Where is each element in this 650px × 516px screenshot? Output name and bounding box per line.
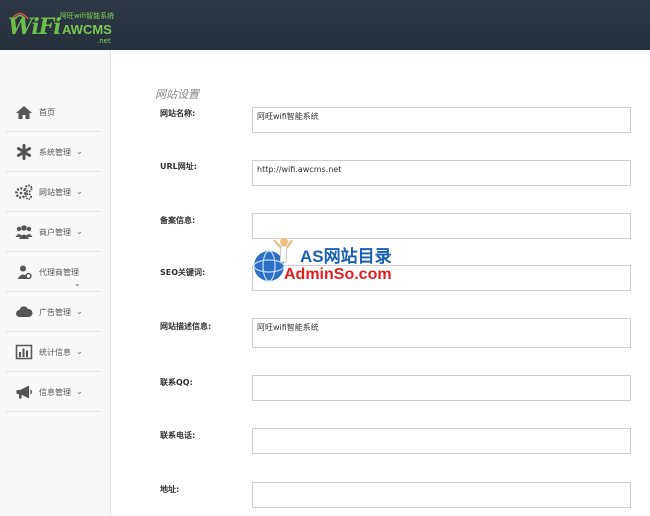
sidebar-item-agent[interactable]: 代理商管理 ⌄ <box>6 252 100 292</box>
section-title: 网站设置 <box>155 88 199 101</box>
description-input[interactable]: 阿旺wifi智能系统 <box>252 318 631 348</box>
chevron-down-icon: ⌄ <box>76 227 83 236</box>
qq-input[interactable] <box>252 375 631 401</box>
asterisk-icon <box>16 144 32 160</box>
sidebar-item-website[interactable]: 网站管理 ⌄ <box>6 172 100 212</box>
chevron-down-icon: ⌄ <box>74 279 81 288</box>
sidebar-item-merchant[interactable]: 商户管理 ⌄ <box>6 212 100 252</box>
sidebar-item-label: 网站管理 <box>39 188 71 197</box>
sidebar-item-label: 信息管理 <box>39 388 71 397</box>
sidebar-item-info[interactable]: 信息管理 ⌄ <box>6 372 100 412</box>
watermark-title: AS网站目录 <box>300 247 392 266</box>
logo-tagline: 阿旺wifi智能系统 <box>60 12 115 20</box>
gears-icon <box>15 184 33 200</box>
sidebar-item-stats[interactable]: 统计信息 ⌄ <box>6 332 100 372</box>
logo[interactable]: 阿旺wifi智能系统 WiFi AWCMS .net <box>6 8 116 45</box>
field-label-qq: 联系QQ: <box>160 378 193 387</box>
watermark-subtitle: AdminSo.com <box>284 266 392 283</box>
sidebar-item-label: 广告管理 <box>39 308 71 317</box>
sidebar-item-label: 系统管理 <box>39 148 71 157</box>
sidebar-item-home[interactable]: 首页 <box>6 92 100 132</box>
site-name-input[interactable]: 阿旺wifi智能系统 <box>252 107 631 133</box>
bar-chart-icon <box>15 344 33 360</box>
sidebar: 首页 系统管理 ⌄ 网站管理 ⌄ 商户管理 ⌄ 代理商管理 ⌄ 广告管理 ⌄ 统… <box>0 50 111 516</box>
field-label-address: 地址: <box>160 485 180 494</box>
chevron-down-icon: ⌄ <box>76 147 83 156</box>
top-bar: 阿旺wifi智能系统 WiFi AWCMS .net <box>0 0 650 50</box>
field-label-seo-keywords: SEO关键词: <box>160 268 206 277</box>
address-input[interactable] <box>252 482 631 508</box>
watermark: AS网站目录 AdminSo.com <box>250 228 410 290</box>
sidebar-item-label: 首页 <box>39 108 55 117</box>
sidebar-item-label: 代理商管理 <box>39 268 79 277</box>
phone-input[interactable] <box>252 428 631 454</box>
chevron-down-icon: ⌄ <box>76 387 83 396</box>
sidebar-item-ads[interactable]: 广告管理 ⌄ <box>6 292 100 332</box>
field-label-site-name: 网站名称: <box>160 109 196 118</box>
logo-brand-text: AWCMS <box>62 22 112 37</box>
logo-net-text: .net <box>97 37 111 45</box>
chevron-down-icon: ⌄ <box>76 187 83 196</box>
users-icon <box>15 225 33 239</box>
field-label-phone: 联系电话: <box>160 431 196 440</box>
sidebar-item-label: 商户管理 <box>39 228 71 237</box>
url-input[interactable]: http://wifi.awcms.net <box>252 160 631 186</box>
home-icon <box>16 106 32 119</box>
logo-wifi-text: WiFi <box>8 14 62 40</box>
chevron-down-icon: ⌄ <box>76 307 83 316</box>
chevron-down-icon: ⌄ <box>76 347 83 356</box>
field-label-description: 网站描述信息: <box>160 322 212 331</box>
cloud-icon <box>16 306 33 317</box>
sidebar-item-system[interactable]: 系统管理 ⌄ <box>6 132 100 172</box>
megaphone-icon <box>16 385 33 399</box>
field-label-url: URL网址: <box>160 162 197 171</box>
agent-icon <box>17 265 32 280</box>
sidebar-item-label: 统计信息 <box>39 348 71 357</box>
field-label-icp: 备案信息: <box>160 216 196 225</box>
